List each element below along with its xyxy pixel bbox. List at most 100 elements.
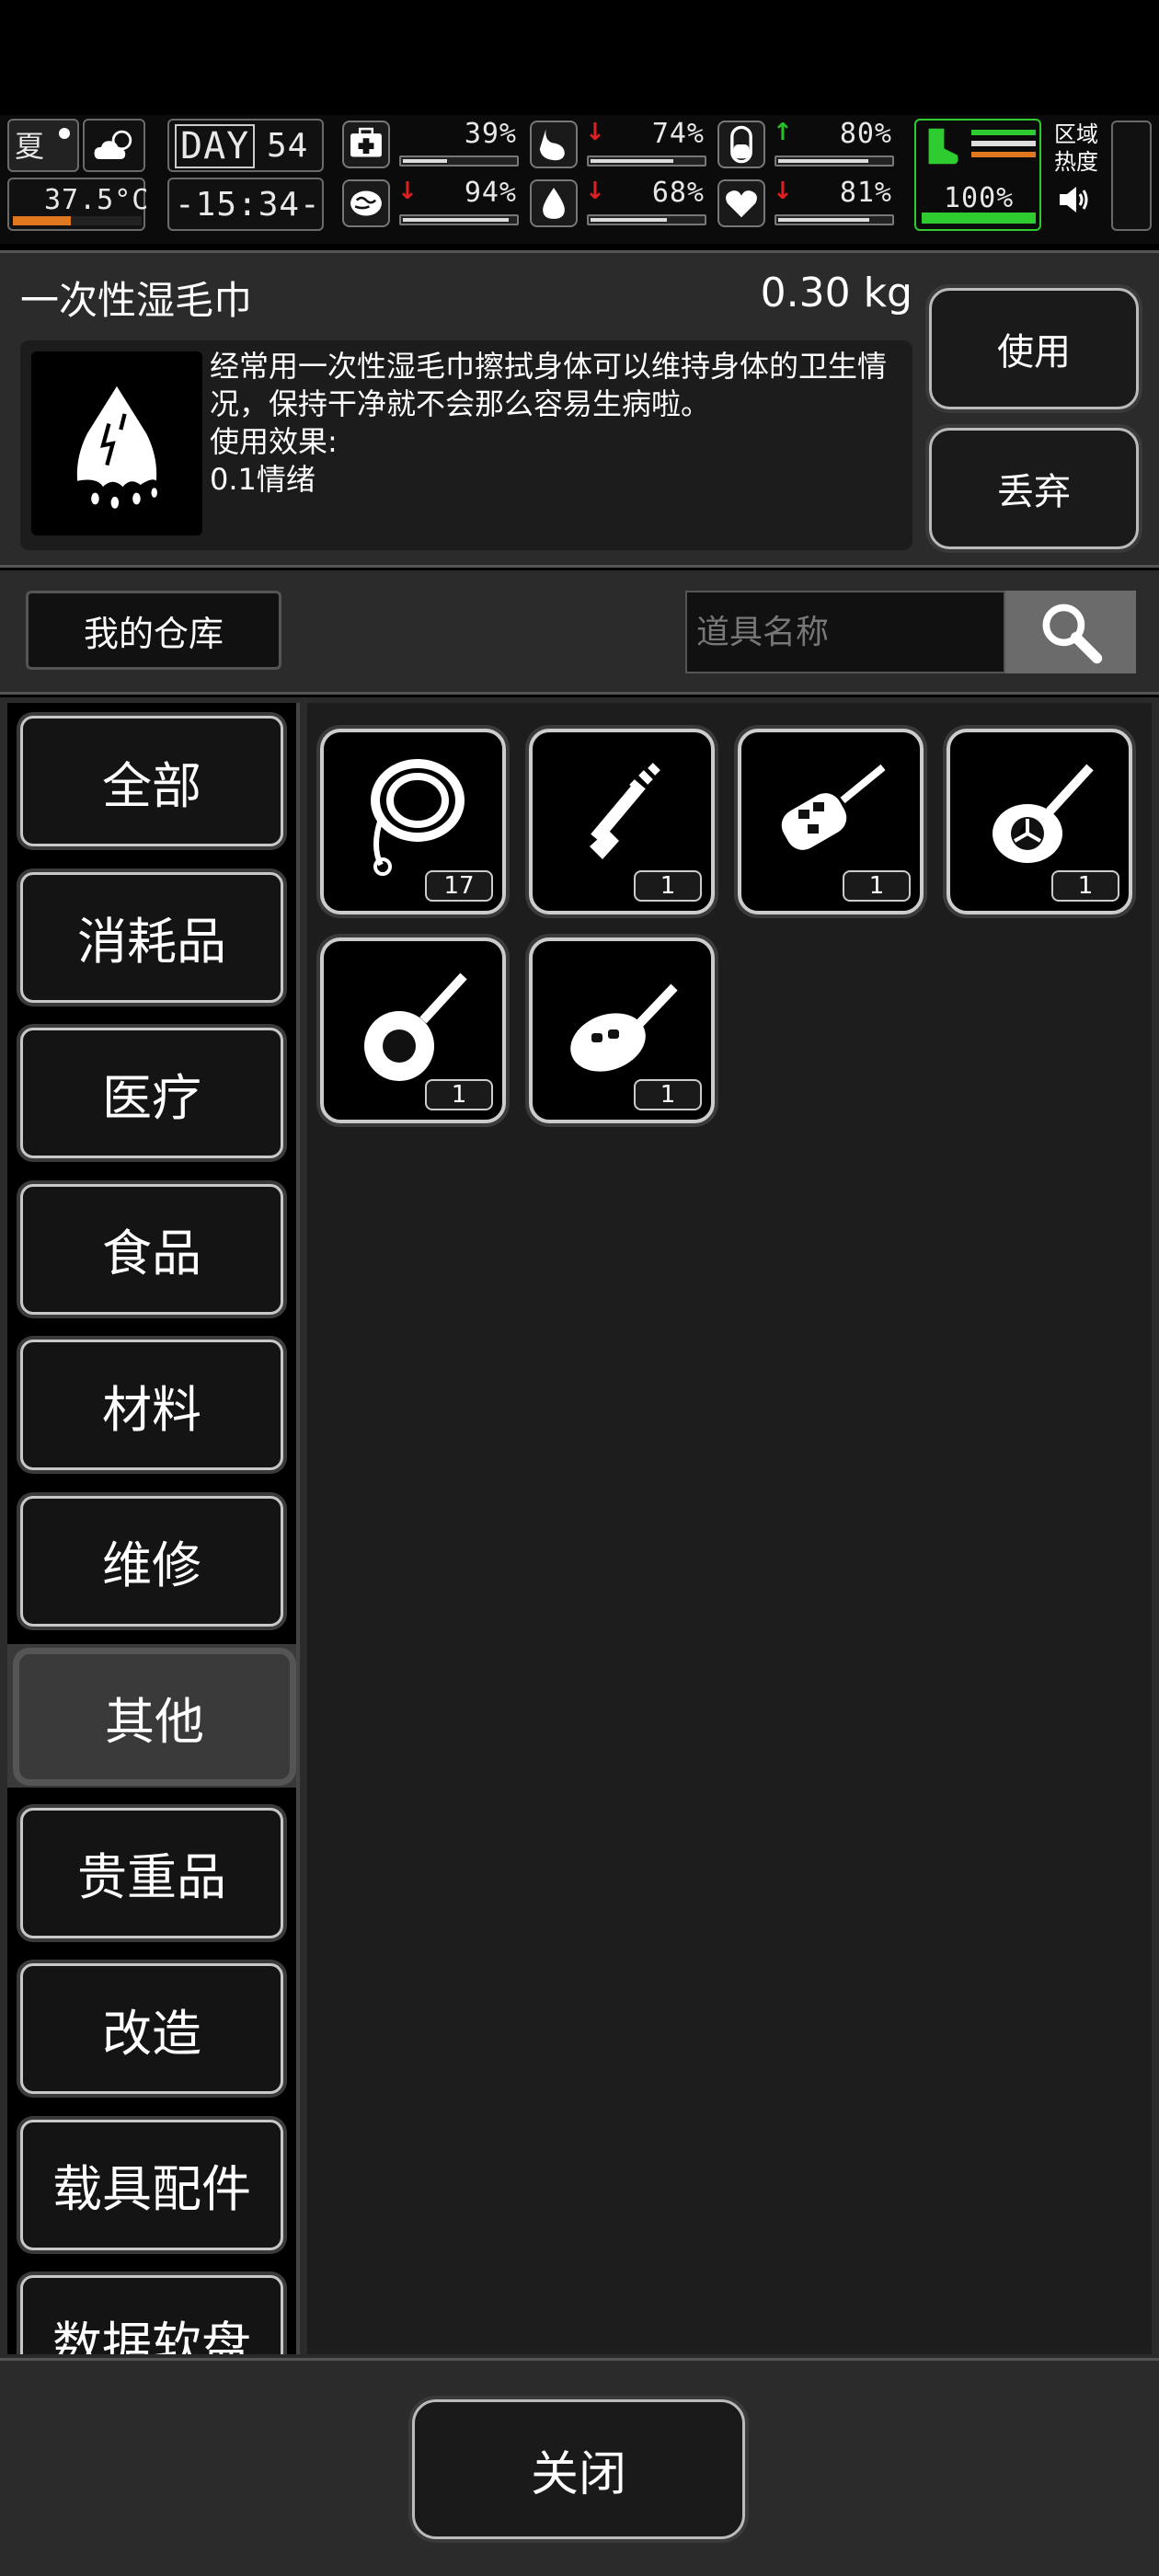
discard-button[interactable]: 丢弃 xyxy=(929,428,1139,549)
item-description-panel: 经常用一次性湿毛巾擦拭身体可以维持身体的卫生情况，保持干净就不会那么容易生病啦。… xyxy=(20,340,912,550)
boot-icon xyxy=(928,128,958,165)
warehouse-title: 我的仓库 xyxy=(26,591,281,670)
stat-value: 80% xyxy=(839,118,892,150)
item-slot[interactable]: 1 xyxy=(320,937,506,1123)
item-slot[interactable]: 1 xyxy=(529,937,715,1123)
clock-readout: -15:34- xyxy=(175,186,321,224)
rope-icon xyxy=(371,759,465,876)
stat-bar xyxy=(399,214,519,225)
sun-icon xyxy=(59,128,70,139)
zone-heat-label: 区域 热度 xyxy=(1054,121,1098,175)
category-button[interactable]: 医疗 xyxy=(20,1028,283,1158)
trend-down-icon: ↓ xyxy=(585,119,605,146)
item-count-badge: 1 xyxy=(634,870,702,902)
item-slot[interactable]: 1 xyxy=(738,729,924,914)
item-preview xyxy=(31,351,202,535)
item-count-badge: 1 xyxy=(425,1079,493,1110)
gear-key-icon xyxy=(364,972,467,1081)
item-search-input[interactable] xyxy=(685,591,1005,673)
item-count-badge: 1 xyxy=(1051,870,1119,902)
close-button[interactable]: 关闭 xyxy=(412,2399,745,2539)
speaker-icon[interactable] xyxy=(1054,181,1091,218)
energy-box: 100% xyxy=(914,119,1041,231)
category-button[interactable]: 贵重品 xyxy=(20,1807,283,1938)
weather-box xyxy=(83,119,145,172)
zone-heat-meter xyxy=(1111,121,1152,231)
item-count-badge: 1 xyxy=(634,1079,702,1110)
stat-hunger: ↓ 74% xyxy=(530,119,710,172)
day-label: DAY xyxy=(175,124,256,168)
season-box: 夏 xyxy=(7,119,79,172)
stomach-icon xyxy=(530,121,578,168)
stat-mood: ↓ 81% xyxy=(717,178,898,231)
item-slot[interactable]: 17 xyxy=(320,729,506,914)
stat-bar xyxy=(775,155,894,167)
brain-icon xyxy=(342,179,390,227)
status-hud: 夏 37.5°C DAY 54 -15:34- 39% ↓ 74% ↑ 80% ↓ 94% ↓… xyxy=(0,115,1159,244)
wet-towel-icon xyxy=(76,385,157,509)
car-flip-key-icon xyxy=(781,764,886,850)
trend-down-icon: ↓ xyxy=(397,178,418,205)
energy-stripes xyxy=(971,130,1036,157)
trend-up-icon: ↑ xyxy=(773,119,793,146)
item-slot[interactable]: 1 xyxy=(947,729,1132,914)
stat-value: 39% xyxy=(464,118,517,150)
stat-stamina: ↑ 80% xyxy=(717,119,898,172)
stat-mental: ↓ 94% xyxy=(342,178,522,231)
item-effect-value: 0.1情绪 xyxy=(210,462,316,497)
category-button[interactable]: 载具配件 xyxy=(20,2119,283,2250)
car-key-fob-icon xyxy=(570,983,678,1072)
item-count-badge: 17 xyxy=(425,870,493,902)
category-button[interactable]: 改造 xyxy=(20,1963,283,2094)
temperature-readout: 37.5°C xyxy=(44,184,150,216)
category-sidebar[interactable]: 全部消耗品医疗食品材料维修其他贵重品改造载具配件数据软盘 xyxy=(7,703,300,2354)
item-name: 一次性湿毛巾 xyxy=(20,278,253,323)
energy-bar xyxy=(922,213,1036,224)
footer: 关闭 xyxy=(0,2358,1159,2576)
trend-down-icon: ↓ xyxy=(585,178,605,205)
stat-value: 68% xyxy=(651,177,705,209)
item-slot[interactable]: 1 xyxy=(529,729,715,914)
key-icon xyxy=(590,763,660,859)
time-box: -15:34- xyxy=(167,178,324,231)
stat-value: 94% xyxy=(464,177,517,209)
item-grid: 17 1 1 1 1 1 xyxy=(307,703,1152,2354)
stat-health: 39% xyxy=(342,119,522,172)
item-detail-panel: 一次性湿毛巾 0.30 kg 经常用一次性湿毛巾擦拭身体可以维持身体的卫生情况，… xyxy=(0,250,1159,568)
trend-down-icon: ↓ xyxy=(773,178,793,205)
water-drop-icon xyxy=(530,179,578,227)
category-button[interactable]: 食品 xyxy=(20,1183,283,1315)
use-button[interactable]: 使用 xyxy=(929,288,1139,409)
day-box: DAY 54 xyxy=(167,119,324,172)
item-effect-label: 使用效果: xyxy=(210,424,338,459)
stat-value: 81% xyxy=(839,177,892,209)
temperature-bar xyxy=(13,216,142,225)
heart-icon xyxy=(717,179,765,227)
stat-bar xyxy=(775,214,894,225)
stat-bar xyxy=(587,155,706,167)
medkit-icon xyxy=(342,121,390,168)
day-number: 54 xyxy=(267,127,309,165)
search-button[interactable] xyxy=(1005,591,1136,673)
car-key-emblem-icon xyxy=(993,764,1094,863)
category-button[interactable]: 维修 xyxy=(20,1495,283,1627)
pill-icon xyxy=(717,121,765,168)
category-button[interactable]: 消耗品 xyxy=(20,871,283,1003)
stat-thirst: ↓ 68% xyxy=(530,178,710,231)
item-description-text: 经常用一次性湿毛巾擦拭身体可以维持身体的卫生情况，保持干净就不会那么容易生病啦。 xyxy=(210,349,888,421)
search-icon xyxy=(1042,604,1103,664)
item-description: 经常用一次性湿毛巾擦拭身体可以维持身体的卫生情况，保持干净就不会那么容易生病啦。… xyxy=(210,348,909,499)
category-button[interactable]: 数据软盘 xyxy=(20,2275,283,2354)
stat-bar xyxy=(399,155,519,167)
energy-readout: 100% xyxy=(944,182,1015,214)
warehouse-body: 全部消耗品医疗食品材料维修其他贵重品改造载具配件数据软盘 17 1 1 1 1 1 xyxy=(0,697,1159,2358)
zone-heat: 区域 热度 xyxy=(1054,121,1104,222)
cloudy-weather-icon xyxy=(94,130,132,159)
category-button[interactable]: 其他 xyxy=(17,1651,293,1782)
stat-value: 74% xyxy=(651,118,705,150)
category-button[interactable]: 全部 xyxy=(20,716,283,846)
item-weight: 0.30 kg xyxy=(760,270,912,316)
category-button[interactable]: 材料 xyxy=(20,1340,283,1470)
temperature-box: 37.5°C xyxy=(7,178,148,231)
warehouse-header: 我的仓库 xyxy=(0,570,1159,695)
